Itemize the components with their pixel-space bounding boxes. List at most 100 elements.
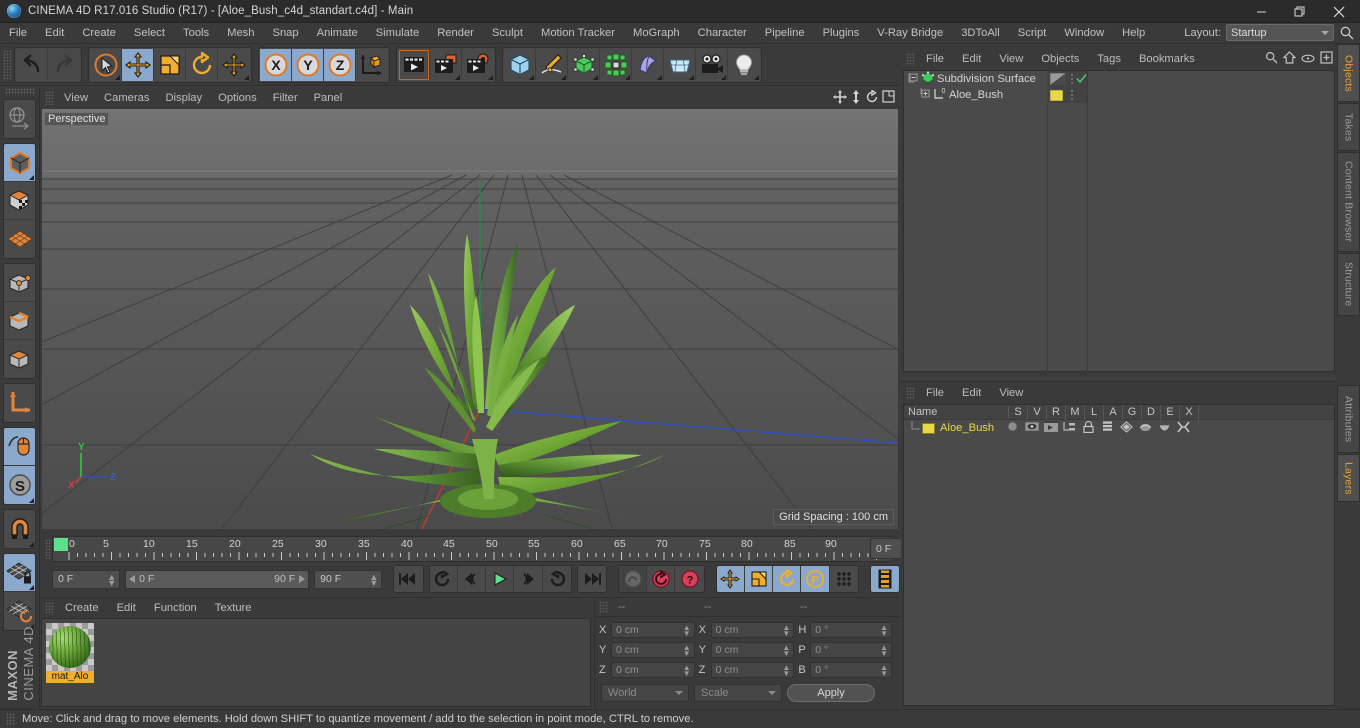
world-object-coordinates-icon[interactable] [356,48,388,81]
position-y-field[interactable]: 0 cm ▲ ▼ [610,642,695,658]
layout-dropdown[interactable]: Startup [1226,24,1334,41]
layer-manager-grip[interactable] [906,386,915,400]
layer-column-l[interactable]: L [1085,404,1104,420]
viewport-menu-filter[interactable]: Filter [265,87,306,109]
go-to-start-button[interactable] [394,566,423,592]
material-menu-texture[interactable]: Texture [206,602,261,614]
go-to-next-key-button[interactable] [542,566,571,592]
key-point-level-animation-button[interactable] [829,566,858,592]
eye-icon[interactable] [1301,51,1315,69]
deformers-icon[interactable] [632,48,664,81]
layer-manager-icon[interactable] [1060,421,1079,435]
size-y-field[interactable]: 0 cm ▲ ▼ [710,642,795,658]
tree-expand-icon[interactable] [920,88,933,102]
camera-icon[interactable] [696,48,728,81]
light-icon[interactable] [728,48,760,81]
lock-x-axis-icon[interactable]: X [260,48,292,81]
menu-pipeline[interactable]: Pipeline [756,23,814,44]
layer-solo-icon[interactable] [1003,421,1022,435]
tab-content-browser[interactable]: Content Browser [1337,152,1360,252]
generators-icon[interactable] [568,48,600,81]
workplane-mode-icon[interactable] [4,220,35,258]
viewport-menu-display[interactable]: Display [157,87,210,109]
material-item[interactable]: mat_Alo [46,623,94,683]
layer-column-x[interactable]: X [1180,404,1199,420]
enable-snapping-icon[interactable]: S [4,466,35,504]
spinner-icon[interactable]: ▲▼ [880,644,888,658]
object-menu-tags[interactable]: Tags [1088,53,1130,65]
layer-row[interactable]: Aloe_Bush [904,420,1334,436]
timeline-ruler[interactable]: 0 5 10 15 20 25 30 35 40 45 50 55 60 65 … [52,536,892,562]
render-settings-icon[interactable] [462,48,494,81]
position-z-field[interactable]: 0 cm ▲ ▼ [610,662,695,678]
key-position-button[interactable] [716,566,745,592]
layer-column-v[interactable]: V [1028,404,1047,420]
layer-xpresso-icon[interactable] [1174,421,1193,436]
spline-pen-icon[interactable] [536,48,568,81]
material-list-area[interactable]: mat_Alo [41,618,591,707]
menu-motion-tracker[interactable]: Motion Tracker [532,23,624,44]
cube-primitive-icon[interactable] [504,48,536,81]
step-back-button[interactable] [457,566,487,592]
dolly-view-icon[interactable] [850,90,862,109]
scene-floor-icon[interactable] [664,48,696,81]
close-button[interactable] [1318,0,1360,23]
layer-menu-file[interactable]: File [917,387,953,399]
maximize-button[interactable] [1280,0,1318,23]
tab-attributes[interactable]: Attributes [1337,385,1360,453]
viewport-solo-icon[interactable] [4,428,35,466]
autokeying-button[interactable] [647,566,676,592]
viewport-menu-view[interactable]: View [56,87,96,109]
key-parameter-button[interactable]: P [801,566,830,592]
max-frame-field[interactable]: 90 F ▲ ▼ [314,569,383,589]
key-rotation-button[interactable] [773,566,802,592]
rotation-h-field[interactable]: 0 ° ▲ ▼ [810,622,892,638]
rotate-view-icon[interactable] [865,89,879,109]
menu-tools[interactable]: Tools [174,23,218,44]
transform-mode-dropdown[interactable]: Scale [694,684,782,702]
menu-3dtoall[interactable]: 3DToAll [952,23,1009,44]
mograph-icon[interactable] [600,48,632,81]
object-manager-grip[interactable] [906,52,915,66]
layer-visible-icon[interactable] [1022,421,1041,435]
rotation-b-field[interactable]: 0 ° ▲ ▼ [810,662,892,678]
viewport-grip[interactable] [45,91,54,105]
display-tag-icon[interactable] [1049,72,1067,88]
menu-vray-bridge[interactable]: V-Ray Bridge [868,23,952,44]
new-layer-icon[interactable] [1320,51,1333,69]
search-icon[interactable] [1265,51,1278,69]
object-menu-edit[interactable]: Edit [953,53,990,65]
spinner-icon[interactable]: ▲▼ [782,624,790,638]
spinner-icon[interactable]: ▲▼ [369,572,378,587]
material-menu-function[interactable]: Function [145,602,206,614]
object-row-aloe-bush[interactable]: 0 Aloe_Bush [904,87,1334,103]
layer-list[interactable]: Name S V R M L A G D E X Aloe_Bush [903,404,1335,706]
menu-window[interactable]: Window [1055,23,1113,44]
workplane-lock-icon[interactable] [4,554,35,592]
menu-help[interactable]: Help [1113,23,1154,44]
layer-menu-edit[interactable]: Edit [953,387,990,399]
record-active-objects-button[interactable] [618,566,648,592]
menu-simulate[interactable]: Simulate [367,23,429,44]
pan-view-icon[interactable] [833,90,847,109]
coordinates-panel-grip[interactable] [599,601,608,613]
workplane-rotate-icon[interactable] [4,592,35,630]
layer-generator-icon[interactable] [1117,420,1136,436]
status-bar-grip[interactable] [6,712,15,726]
undo-icon[interactable] [16,48,48,81]
magnet-tool-icon[interactable] [4,510,35,548]
layer-menu-view[interactable]: View [990,387,1032,399]
layer-column-m[interactable]: M [1066,404,1085,420]
menu-character[interactable]: Character [689,23,756,44]
object-axis-mode-icon[interactable] [4,384,35,422]
live-selection-icon[interactable] [90,48,122,81]
preview-range-bar[interactable]: 0 F 90 F [125,569,310,589]
layer-column-e[interactable]: E [1161,404,1180,420]
layer-color-swatch[interactable] [922,422,935,434]
layer-lock-icon[interactable] [1079,420,1098,436]
layer-expression-icon[interactable] [1155,422,1174,435]
menu-script[interactable]: Script [1009,23,1056,44]
object-tree[interactable]: Subdivision Surface 0 Aloe_Bush [903,70,1335,373]
menu-mesh[interactable]: Mesh [218,23,263,44]
layer-column-d[interactable]: D [1142,404,1161,420]
